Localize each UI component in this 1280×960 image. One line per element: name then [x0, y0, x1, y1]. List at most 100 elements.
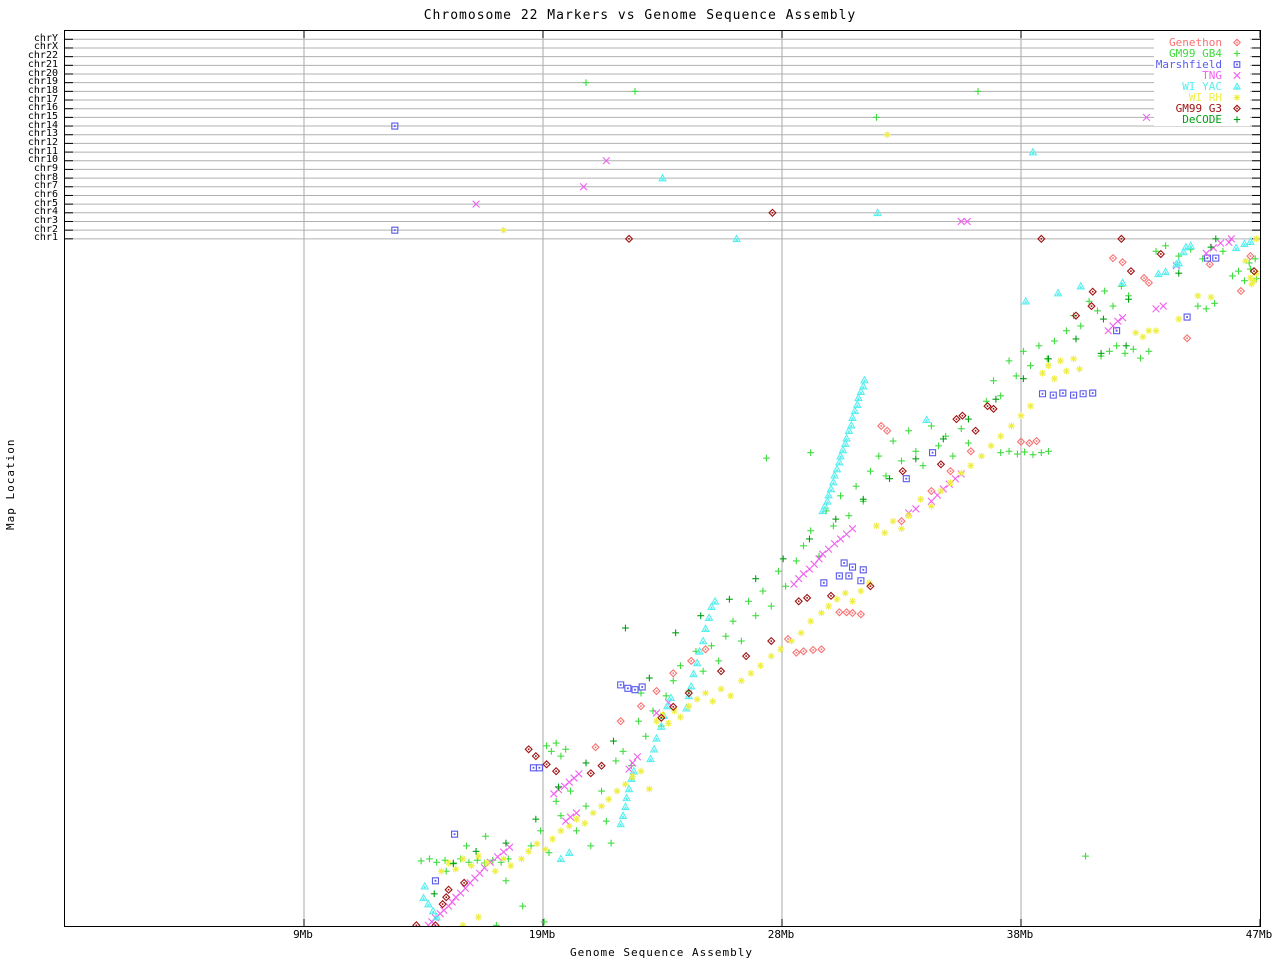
marker-square	[1114, 328, 1120, 334]
marker-cross	[449, 899, 456, 906]
marker-plus	[708, 642, 715, 649]
marker-plus	[1013, 373, 1020, 380]
marker-plus	[730, 618, 737, 625]
marker-star	[1139, 334, 1146, 341]
marker-plus	[745, 598, 752, 605]
marker-star	[468, 862, 475, 869]
marker-diamond	[1206, 261, 1213, 268]
marker-plus	[990, 377, 997, 384]
marker-diamond	[800, 648, 807, 655]
marker-diamond	[938, 461, 945, 468]
marker-triangle	[836, 459, 843, 465]
marker-square	[632, 687, 638, 693]
marker-cross	[500, 849, 507, 856]
marker-diamond	[1237, 288, 1244, 295]
marker-star	[1242, 257, 1249, 264]
marker-plus	[1113, 342, 1120, 349]
marker-triangle	[702, 625, 709, 631]
marker-triangle	[923, 416, 930, 422]
marker-square	[1184, 314, 1190, 320]
legend-diamond-icon	[1226, 103, 1248, 114]
marker-plus	[890, 438, 897, 445]
marker-triangle	[1187, 242, 1194, 248]
marker-plus	[726, 596, 733, 603]
marker-star	[542, 846, 549, 853]
marker-square	[836, 573, 842, 579]
marker-triangle	[849, 414, 856, 420]
legend-label: DeCODE	[1182, 114, 1222, 125]
marker-plus	[935, 442, 942, 449]
marker-plus	[1125, 296, 1132, 303]
marker-triangle	[1022, 298, 1029, 304]
marker-square	[858, 578, 864, 584]
marker-star	[500, 227, 507, 234]
marker-diamond	[795, 598, 802, 605]
marker-plus	[463, 842, 470, 849]
marker-plus	[598, 788, 605, 795]
marker-triangle	[622, 803, 629, 809]
x-tick-label-38Mb: 38Mb	[1007, 928, 1034, 941]
marker-plus	[1100, 316, 1107, 323]
legend-star-icon	[1226, 92, 1248, 103]
marker-plus	[1045, 355, 1052, 362]
marker-plus	[793, 557, 800, 564]
marker-star	[445, 860, 452, 867]
marker-star	[958, 470, 965, 477]
marker-triangle	[1155, 270, 1162, 276]
legend-square-icon	[1226, 59, 1248, 70]
marker-plus	[532, 816, 539, 823]
marker-cross	[575, 771, 582, 778]
marker-star	[798, 629, 805, 636]
chart-legend: GenethonGM99 GB4MarshfieldTNGWI YACWI RH…	[1154, 36, 1250, 126]
marker-plus	[426, 855, 433, 862]
marker-star	[718, 686, 725, 693]
marker-square	[618, 682, 624, 688]
marker-plus	[949, 453, 956, 460]
marker-star	[1063, 368, 1070, 375]
marker-diamond	[718, 668, 725, 675]
marker-star	[884, 131, 891, 138]
marker-plus	[543, 742, 550, 749]
marker-diamond	[768, 638, 775, 645]
marker-square	[536, 765, 542, 771]
marker-star	[849, 598, 856, 605]
marker-star	[622, 781, 629, 788]
marker-triangle	[558, 855, 565, 861]
marker-cross	[1119, 314, 1126, 321]
marker-cross	[800, 571, 807, 578]
marker-diamond	[1184, 335, 1191, 342]
marker-plus	[1021, 449, 1028, 456]
marker-square	[1213, 255, 1219, 261]
marker-diamond	[1145, 279, 1152, 286]
marker-square	[1090, 390, 1096, 396]
marker-triangle	[653, 735, 660, 741]
marker-plus	[553, 798, 560, 805]
marker-square	[930, 450, 936, 456]
marker-plus	[873, 114, 880, 121]
marker-plus	[1051, 338, 1058, 345]
marker-cross	[849, 525, 856, 532]
marker-star	[1051, 375, 1058, 382]
marker-square	[846, 573, 852, 579]
marker-plus	[752, 612, 759, 619]
marker-plus	[898, 457, 905, 464]
plot-area	[64, 30, 1261, 927]
marker-plus	[603, 818, 610, 825]
marker-triangle	[425, 901, 432, 907]
marker-diamond	[947, 468, 954, 475]
marker-plus	[846, 512, 853, 519]
marker-square	[1080, 391, 1086, 397]
marker-diamond	[553, 768, 560, 775]
marker-plus	[622, 625, 629, 632]
marker-triangle	[824, 498, 831, 504]
marker-square	[821, 580, 827, 586]
marker-cross	[1217, 240, 1224, 247]
marker-star	[702, 690, 709, 697]
marker-plus	[780, 555, 787, 562]
marker-diamond	[972, 427, 979, 434]
marker-star	[947, 479, 954, 486]
marker-star	[1145, 327, 1152, 334]
y-tick-label-chr1: chr1	[0, 233, 58, 242]
marker-square	[850, 564, 856, 570]
marker-star	[1045, 362, 1052, 369]
